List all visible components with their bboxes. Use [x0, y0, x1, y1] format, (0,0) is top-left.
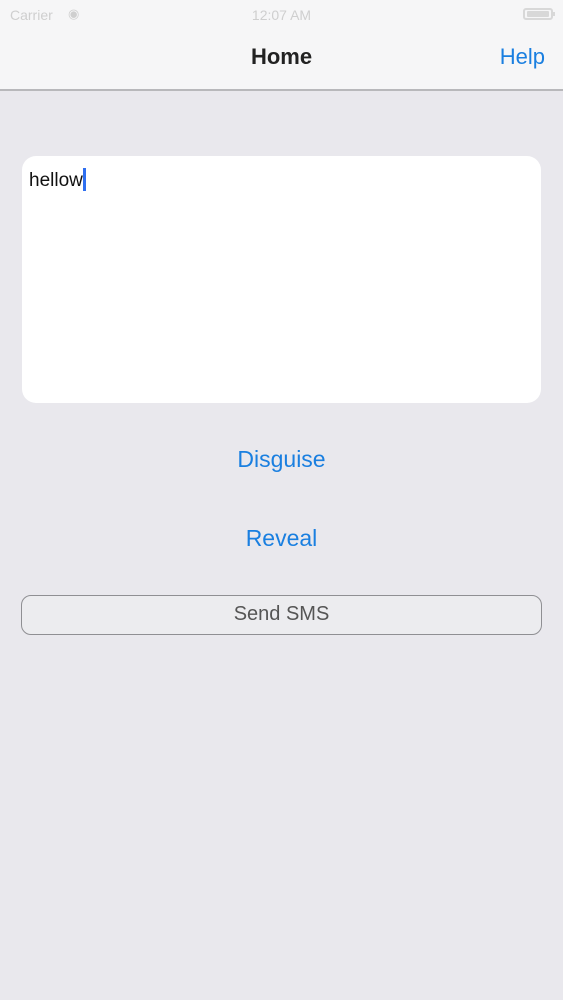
page-title: Home — [250, 44, 313, 69]
message-text-area[interactable]: hellow — [22, 156, 541, 403]
battery-icon — [523, 8, 555, 20]
reveal-button[interactable]: Reveal — [0, 525, 563, 552]
send-sms-button[interactable]: Send SMS — [21, 595, 542, 635]
help-button[interactable]: Help — [500, 44, 545, 70]
status-time: 12:07 AM — [251, 7, 312, 23]
message-text: hellow — [29, 170, 83, 191]
text-cursor — [82, 168, 86, 191]
screen: Carrier ◉ 12:07 AM Home Help hellow Disg… — [0, 0, 563, 1000]
status-bar: Carrier ◉ 12:07 AM — [0, 0, 563, 30]
navigation-bar: Home Help — [0, 30, 563, 91]
disguise-button[interactable]: Disguise — [0, 446, 563, 473]
